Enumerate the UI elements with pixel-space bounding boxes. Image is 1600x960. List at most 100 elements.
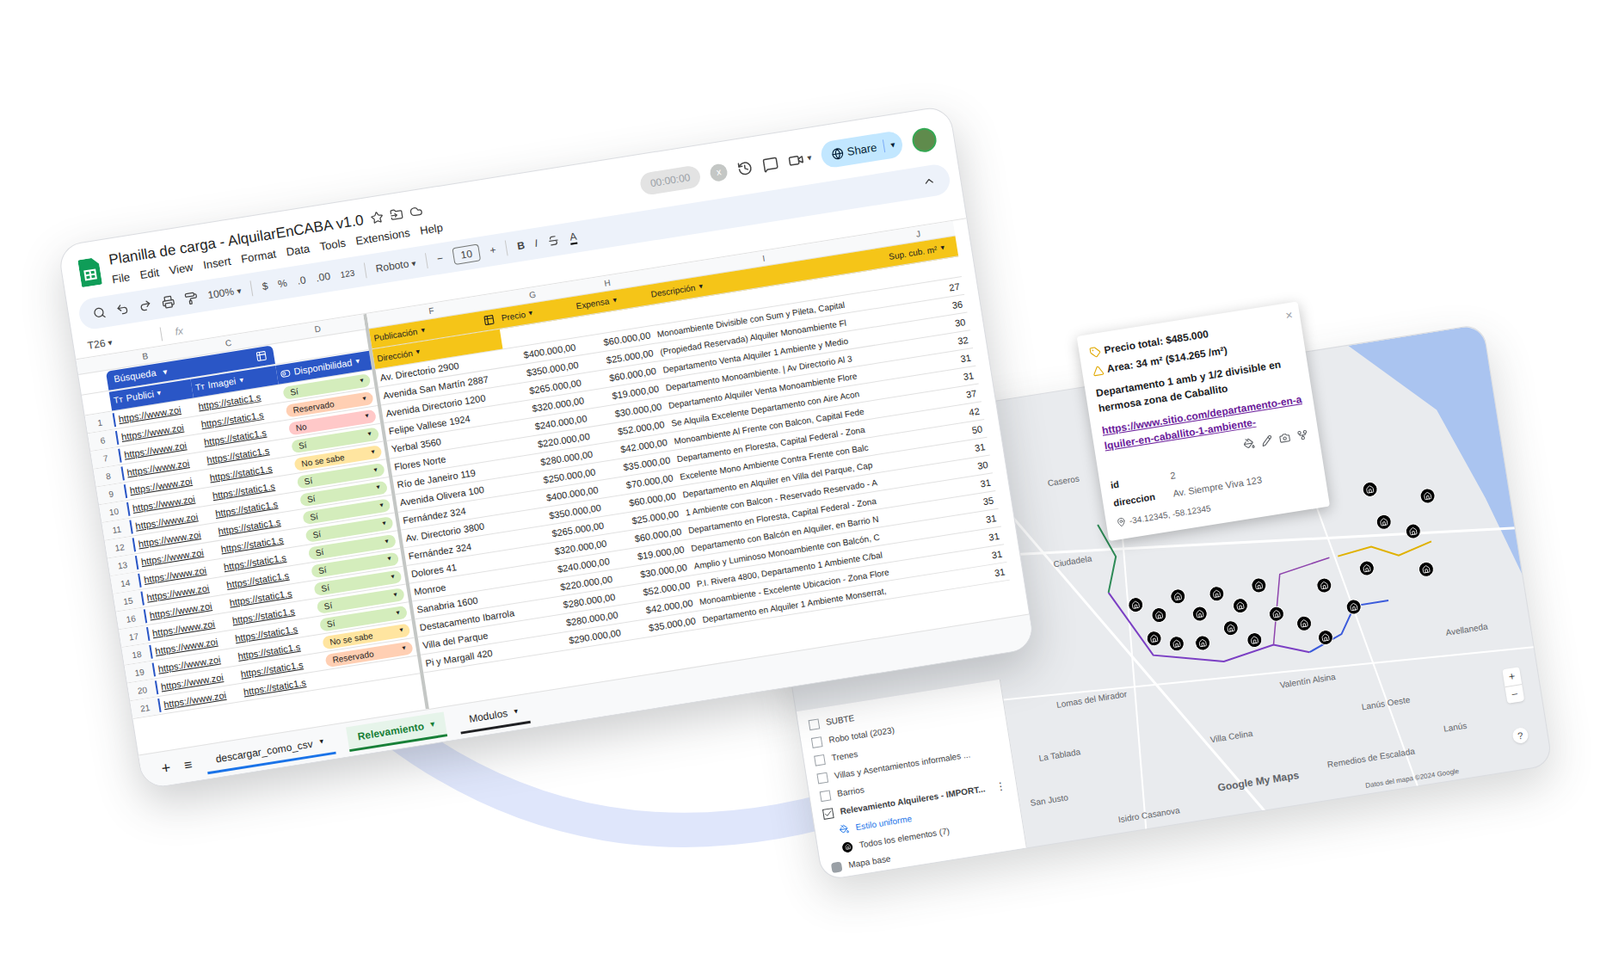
map-marker[interactable] — [1191, 604, 1210, 623]
menu-item[interactable]: File — [110, 268, 132, 289]
map-marker[interactable] — [1222, 619, 1241, 638]
edit-icon[interactable] — [1260, 434, 1274, 448]
font-size-minus[interactable]: − — [436, 250, 445, 267]
house-icon — [1319, 580, 1330, 591]
pin-icon — [1115, 516, 1127, 529]
number-format-button[interactable]: 123 — [339, 265, 357, 281]
popup-close-button[interactable]: × — [1284, 306, 1294, 326]
folder-icon[interactable] — [388, 207, 404, 222]
layer-checkbox[interactable] — [822, 807, 835, 820]
menu-item[interactable]: Tools — [318, 233, 347, 255]
map-marker[interactable] — [1126, 596, 1145, 615]
map-place-label: Lanús Oeste — [1360, 693, 1411, 714]
map-place-label: San Justo — [1029, 790, 1070, 810]
map-marker[interactable] — [1169, 587, 1188, 606]
house-icon — [1320, 632, 1330, 642]
map-marker[interactable] — [1374, 513, 1393, 532]
map-marker[interactable] — [1358, 559, 1377, 578]
layer-checkbox[interactable] — [811, 736, 824, 749]
map-marker[interactable] — [1418, 486, 1437, 505]
meet-icon[interactable] — [787, 151, 806, 170]
info-popup: ×Precio total: $485.000Area: 34 m² ($14.… — [1076, 301, 1330, 542]
menu-item[interactable]: Edit — [138, 264, 160, 284]
search-icon[interactable] — [92, 305, 107, 320]
map-marker[interactable] — [1295, 614, 1314, 633]
menu-item[interactable]: Insert — [202, 252, 233, 273]
paint-format-icon[interactable] — [184, 290, 199, 306]
table-icon[interactable] — [254, 350, 268, 364]
add-sheet-button[interactable]: + — [160, 756, 173, 781]
map-marker[interactable] — [1150, 606, 1169, 625]
map-marker[interactable] — [1249, 576, 1268, 595]
sheet-tab[interactable]: descargar_como_csv▾ — [203, 729, 337, 775]
history-icon[interactable] — [736, 159, 755, 178]
layer-item[interactable]: Todos los elementos (7) — [827, 812, 1013, 858]
decrease-decimal-button[interactable]: .0 — [295, 271, 308, 289]
zoom-select[interactable]: 100% ▾ — [206, 282, 242, 303]
table-icon[interactable] — [482, 313, 496, 327]
sheet-tab[interactable]: Modulos▾ — [456, 698, 531, 735]
share-button[interactable]: Share▾ — [819, 129, 905, 170]
bold-button[interactable]: B — [516, 237, 526, 254]
map-marker[interactable] — [1344, 597, 1363, 616]
area-cell[interactable]: 31 — [935, 564, 1010, 590]
text-color-button[interactable]: A — [568, 230, 578, 246]
avatar[interactable] — [910, 125, 938, 154]
font-size-input[interactable]: 10 — [451, 243, 481, 265]
currency-button[interactable]: $ — [260, 277, 269, 295]
map-marker[interactable] — [1267, 604, 1287, 623]
column-letter[interactable]: D — [270, 314, 366, 343]
map-marker[interactable] — [1168, 634, 1187, 653]
map-marker[interactable] — [1360, 480, 1379, 499]
menu-item[interactable]: Data — [284, 240, 311, 261]
layer-checkbox[interactable] — [819, 789, 832, 802]
house-icon — [1249, 634, 1260, 645]
price-cell[interactable]: $290.000,00 — [547, 624, 625, 651]
map-marker[interactable] — [1404, 522, 1423, 541]
layer-checkbox[interactable] — [813, 753, 826, 766]
house-icon — [1235, 600, 1245, 610]
house-icon — [1194, 609, 1205, 619]
map-marker[interactable] — [1315, 576, 1334, 595]
collapse-icon[interactable] — [921, 172, 937, 189]
expense-cell[interactable]: $35.000,00 — [622, 613, 700, 640]
layer-item[interactable]: SUBTE — [807, 688, 993, 733]
style-icon[interactable] — [1243, 436, 1256, 450]
timer-close-button[interactable]: x — [708, 162, 729, 183]
house-icon — [1131, 599, 1141, 610]
font-size-plus[interactable]: + — [488, 241, 498, 259]
map-marker[interactable] — [1245, 631, 1264, 650]
italic-button[interactable]: I — [533, 235, 539, 252]
menu-item[interactable]: Help — [418, 218, 444, 239]
layer-checkbox[interactable] — [816, 771, 829, 784]
strikethrough-icon[interactable] — [547, 233, 561, 248]
layer-item[interactable]: Villas y Asentamientos informales ... — [816, 741, 1002, 787]
percent-button[interactable]: % — [276, 275, 289, 292]
map-marker[interactable] — [1316, 628, 1336, 647]
star-icon[interactable] — [369, 210, 384, 226]
house-icon — [1173, 591, 1183, 602]
increase-decimal-button[interactable]: .00 — [314, 268, 332, 286]
map-marker[interactable] — [1193, 633, 1213, 653]
map-marker[interactable] — [1417, 560, 1436, 579]
layer-menu-button[interactable]: ⋮ — [994, 777, 1008, 795]
layer-item[interactable]: Robo total (2023) — [810, 705, 996, 751]
check-icon — [823, 808, 833, 819]
undo-icon[interactable] — [115, 301, 130, 317]
directions-icon[interactable] — [1296, 428, 1310, 442]
zoom-out-button[interactable]: − — [1504, 683, 1525, 704]
map-marker[interactable] — [1144, 629, 1164, 648]
all-sheets-button[interactable]: ≡ — [182, 754, 194, 776]
comments-icon[interactable] — [762, 154, 781, 173]
map-marker[interactable] — [1231, 596, 1250, 616]
menu-item[interactable]: View — [167, 258, 195, 279]
layer-item[interactable]: Relevamiento Alquileres - IMPORT...⋮ — [821, 776, 1007, 822]
print-icon[interactable] — [160, 294, 176, 309]
layer-checkbox[interactable] — [807, 718, 820, 731]
font-select[interactable]: Roboto ▾ — [374, 254, 417, 277]
redo-icon[interactable] — [137, 297, 153, 313]
help-button[interactable]: ? — [1511, 726, 1530, 745]
row-number[interactable]: 21 — [129, 696, 160, 719]
camera-icon[interactable] — [1278, 431, 1292, 445]
map-marker[interactable] — [1207, 584, 1226, 604]
